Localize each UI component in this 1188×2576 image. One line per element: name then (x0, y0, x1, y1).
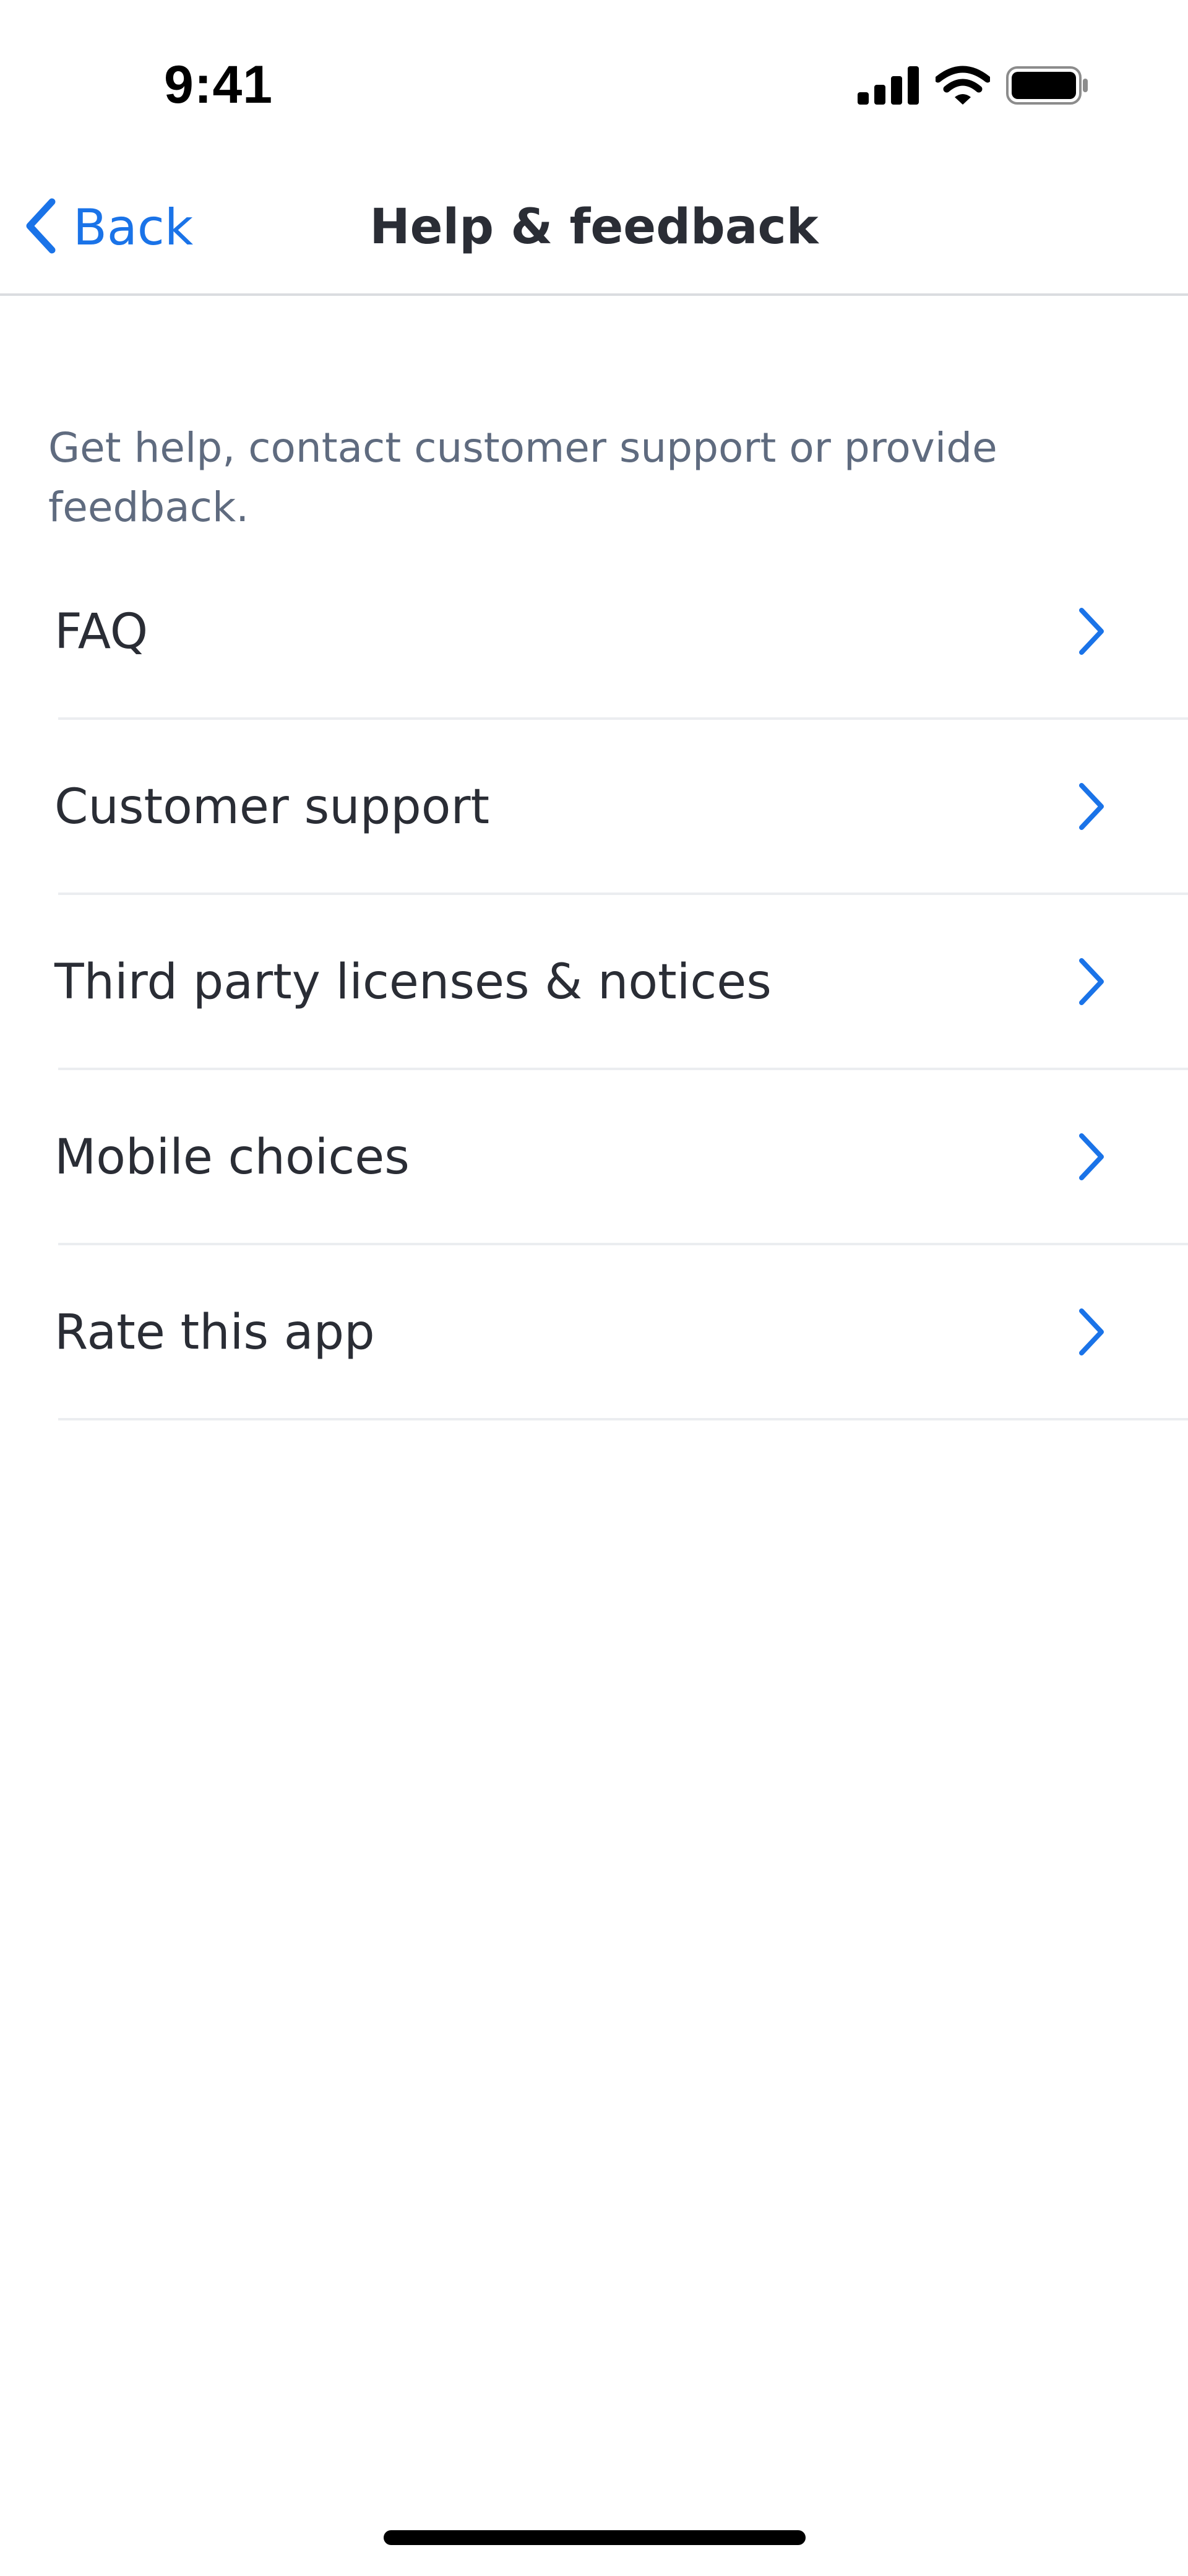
navigation-bar: Help & feedback Back (0, 161, 1188, 296)
chevron-right-icon (1079, 958, 1104, 1005)
back-button[interactable]: Back (25, 161, 193, 293)
help-menu-list: FAQ Customer support Third party license… (0, 545, 1188, 1420)
chevron-right-icon (1079, 783, 1104, 830)
menu-item-rate-this-app[interactable]: Rate this app (0, 1245, 1188, 1420)
menu-item-label: FAQ (54, 604, 148, 660)
home-indicator[interactable] (384, 2530, 806, 2545)
page-description: Get help, contact customer support or pr… (48, 424, 997, 531)
back-label: Back (73, 198, 194, 256)
chevron-right-icon (1079, 608, 1104, 655)
menu-item-mobile-choices[interactable]: Mobile choices (0, 1070, 1188, 1245)
menu-item-customer-support[interactable]: Customer support (0, 720, 1188, 895)
menu-item-label: Mobile choices (54, 1130, 410, 1185)
wifi-icon (934, 66, 991, 108)
battery-icon (1006, 66, 1089, 107)
cellular-signal-icon (858, 66, 919, 107)
menu-item-label: Third party licenses & notices (54, 954, 772, 1010)
status-icons (858, 65, 1089, 108)
chevron-right-icon (1079, 1308, 1104, 1355)
menu-item-faq[interactable]: FAQ (0, 545, 1188, 720)
status-bar: 9:41 (0, 0, 1188, 161)
chevron-left-icon (25, 198, 57, 256)
menu-item-label: Rate this app (54, 1305, 375, 1360)
menu-item-third-party-licenses[interactable]: Third party licenses & notices (0, 895, 1188, 1070)
chevron-right-icon (1079, 1133, 1104, 1180)
menu-item-label: Customer support (54, 779, 490, 835)
status-time: 9:41 (164, 55, 273, 115)
